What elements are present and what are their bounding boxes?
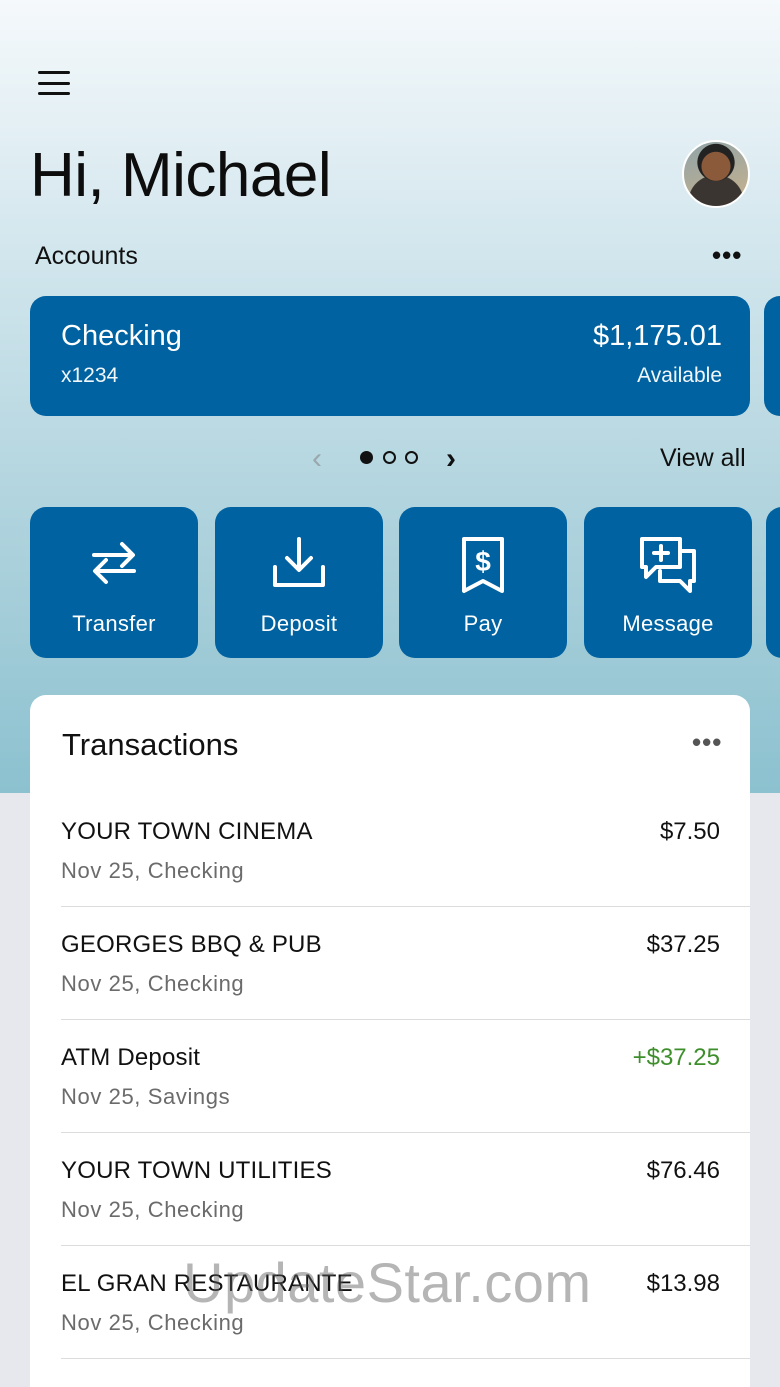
- transaction-amount: +$37.25: [632, 1044, 720, 1071]
- account-card-checking[interactable]: Checking x1234 $1,175.01 Available: [30, 296, 750, 416]
- pager-dot-2[interactable]: [383, 451, 396, 464]
- transaction-row[interactable]: YOUR TOWN UTILITIES Nov 25, Checking $76…: [61, 1133, 750, 1246]
- previous-account-button[interactable]: ‹: [312, 444, 322, 474]
- transaction-row[interactable]: EL GRAN RESTAURANTE Nov 25, Checking $13…: [61, 1246, 750, 1359]
- hamburger-icon-bar: [38, 71, 70, 74]
- accounts-more-button[interactable]: •••: [712, 242, 742, 268]
- transaction-meta: Nov 25, Savings: [61, 1084, 231, 1109]
- account-balance: $1,175.01: [592, 320, 722, 352]
- account-name: Checking: [61, 320, 182, 352]
- transaction-meta: Nov 25, Checking: [61, 1310, 245, 1335]
- message-button[interactable]: Message: [584, 507, 752, 658]
- transaction-amount: $7.50: [659, 818, 720, 845]
- accounts-label: Accounts: [35, 242, 138, 270]
- transaction-merchant: YOUR TOWN UTILITIES: [61, 1157, 332, 1184]
- next-account-card-peek[interactable]: [764, 296, 780, 416]
- greeting-title: Hi, Michael: [30, 141, 332, 210]
- transaction-amount: $13.98: [646, 1270, 720, 1297]
- message-label: Message: [622, 611, 714, 636]
- pay-label: Pay: [463, 611, 503, 636]
- transactions-more-button[interactable]: •••: [692, 727, 722, 758]
- transaction-merchant: YOUR TOWN CINEMA: [61, 818, 313, 845]
- transaction-row[interactable]: YOUR TOWN CINEMA Nov 25, Checking $7.50: [61, 794, 750, 907]
- pager-dot-3[interactable]: [405, 451, 418, 464]
- transaction-merchant: EL GRAN RESTAURANTE: [61, 1270, 353, 1297]
- transaction-meta: Nov 25, Checking: [61, 1197, 245, 1222]
- transactions-card: Transactions ••• YOUR TOWN CINEMA Nov 25…: [30, 695, 750, 1387]
- next-account-button[interactable]: ›: [446, 444, 456, 474]
- hamburger-icon-bar: [38, 81, 70, 85]
- transaction-amount: $37.25: [646, 931, 720, 958]
- deposit-icon: [273, 537, 325, 587]
- more-actions-peek[interactable]: [766, 507, 780, 658]
- account-balance-label: Available: [637, 364, 722, 387]
- deposit-label: Deposit: [260, 611, 338, 636]
- transaction-meta: Nov 25, Checking: [61, 971, 245, 996]
- menu-button[interactable]: [38, 71, 70, 95]
- message-icon: [640, 537, 696, 593]
- transfer-label: Transfer: [72, 611, 156, 636]
- transaction-merchant: GEORGES BBQ & PUB: [61, 931, 322, 958]
- transaction-row[interactable]: ATM Deposit Nov 25, Savings +$37.25: [61, 1020, 750, 1133]
- deposit-button[interactable]: Deposit: [215, 507, 383, 658]
- view-all-accounts-link[interactable]: View all: [660, 444, 746, 473]
- transfer-icon: [92, 542, 136, 584]
- hamburger-icon-bar: [38, 92, 70, 95]
- transaction-row[interactable]: GEORGES BBQ & PUB Nov 25, Checking $37.2…: [61, 907, 750, 1020]
- transfer-button[interactable]: Transfer: [30, 507, 198, 658]
- account-number: x1234: [61, 364, 119, 387]
- pay-bill-icon: $: [462, 537, 504, 593]
- transaction-merchant: ATM Deposit: [61, 1044, 201, 1071]
- pay-button[interactable]: $ Pay: [399, 507, 567, 658]
- transactions-title: Transactions: [62, 727, 239, 762]
- transaction-amount: $76.46: [646, 1157, 720, 1184]
- svg-text:$: $: [475, 546, 491, 577]
- avatar[interactable]: [682, 140, 750, 208]
- transaction-meta: Nov 25, Checking: [61, 858, 245, 883]
- pager-dot-1[interactable]: [360, 451, 373, 464]
